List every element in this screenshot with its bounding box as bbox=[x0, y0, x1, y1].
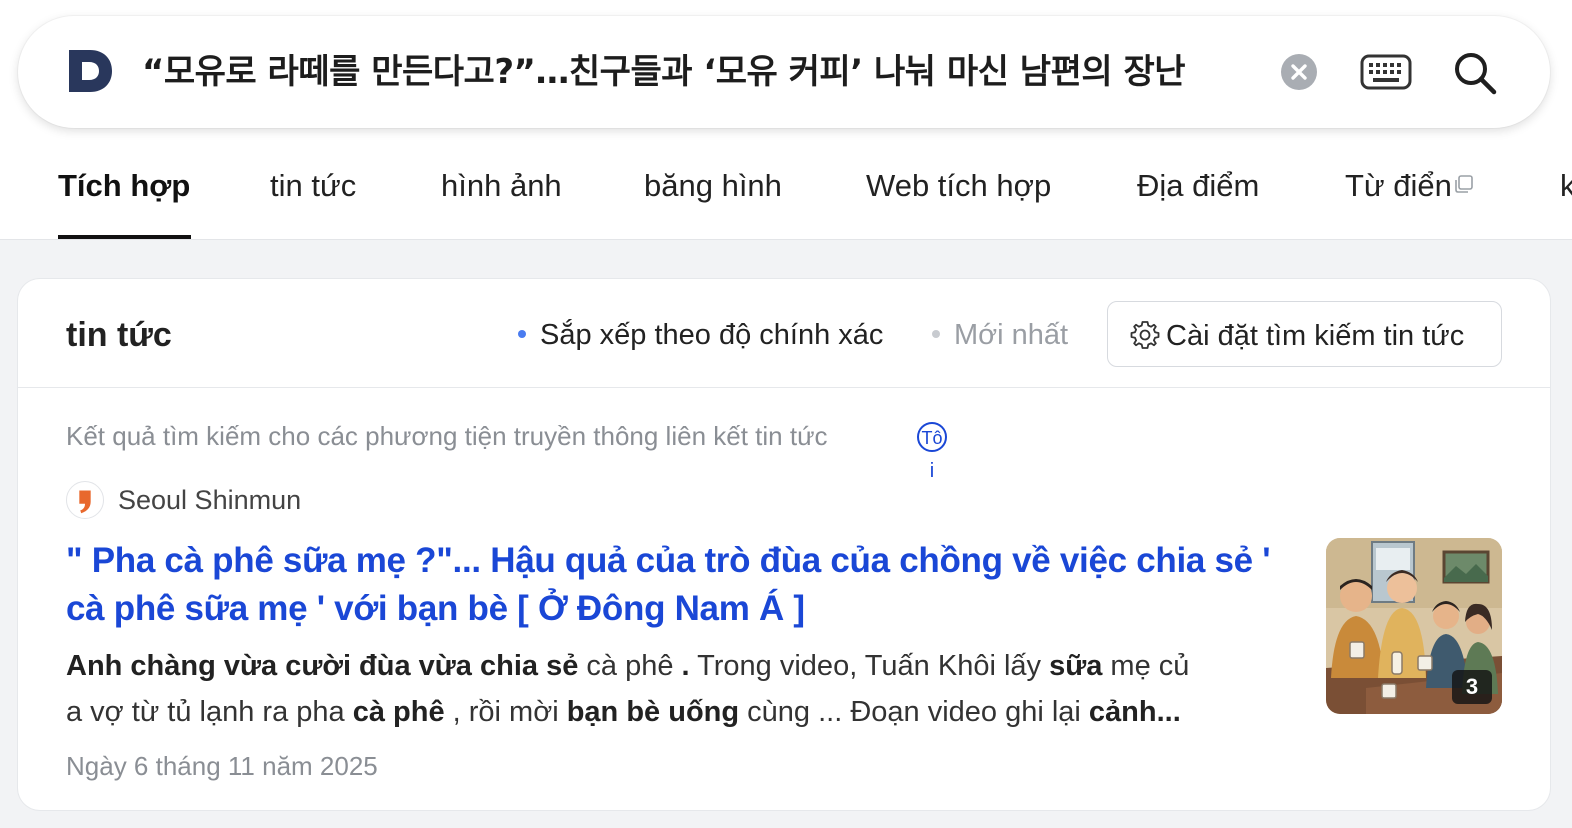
sort-by-latest[interactable]: Mới nhất bbox=[932, 319, 1068, 352]
snippet-text: cà phê bbox=[578, 650, 682, 682]
news-section: tin tức Sắp xếp theo độ chính xác Mới nh… bbox=[18, 279, 1550, 810]
section-title: tin tức bbox=[66, 316, 172, 354]
snippet-text: Trong video, Tuấn Khôi lấy bbox=[689, 650, 1050, 682]
media-notice: Kết quả tìm kiếm cho các phương tiện tru… bbox=[66, 421, 828, 451]
news-settings-button[interactable]: Cài đặt tìm kiếm tin tức bbox=[1107, 301, 1502, 367]
snippet-highlight: bạn bè uống bbox=[566, 696, 740, 728]
image-count-badge: 3 bbox=[1452, 670, 1492, 704]
headline-line-1: " Pha cà phê sữa mẹ ?"... Hậu quả của tr… bbox=[66, 541, 1271, 580]
snippet-text: a vợ từ tủ lạnh ra pha bbox=[66, 696, 353, 728]
new-window-icon bbox=[1455, 175, 1473, 193]
news-thumbnail[interactable]: 3 bbox=[1326, 538, 1502, 714]
tab-news[interactable]: tin tức bbox=[270, 168, 356, 204]
news-date: Ngày 6 tháng 11 năm 2025 bbox=[66, 751, 378, 781]
source-logo-icon[interactable] bbox=[66, 481, 104, 519]
source-name[interactable]: Seoul Shinmun bbox=[118, 485, 301, 516]
tab-videos[interactable]: băng hình bbox=[644, 168, 782, 204]
keyboard-icon[interactable] bbox=[1360, 54, 1412, 90]
snippet-line-2: a vợ từ tủ lạnh ra pha cà phê , rồi mời … bbox=[66, 689, 1306, 735]
unselected-dot bbox=[932, 330, 940, 339]
daum-logo-icon[interactable] bbox=[66, 46, 114, 96]
clear-icon[interactable] bbox=[1280, 53, 1318, 91]
sort-by-accuracy[interactable]: Sắp xếp theo độ chính xác bbox=[518, 319, 883, 352]
snippet-text: mẹ củ bbox=[1102, 650, 1190, 682]
header: “모유로 라떼를 만든다고?”…친구들과 ‘모유 커피’ 나눠 마신 남편의 장… bbox=[0, 0, 1572, 240]
snippet-line-1: Anh chàng vừa cười đùa vừa chia sẻ cà ph… bbox=[66, 643, 1306, 689]
info-label-bottom: i bbox=[930, 460, 934, 479]
tab-dictionary-label: Từ điển bbox=[1345, 168, 1452, 203]
active-tab-indicator bbox=[58, 235, 191, 239]
tab-bar: Tích hợp tin tức hình ảnh băng hình Web … bbox=[0, 150, 1572, 240]
snippet-highlight: cảnh... bbox=[1088, 696, 1181, 728]
tab-images[interactable]: hình ảnh bbox=[441, 168, 562, 204]
info-icon[interactable]: Tô i bbox=[916, 419, 950, 479]
snippet-text: cùng ... Đoạn video ghi lại bbox=[739, 696, 1089, 728]
headline-line-2: cà phê sữa mẹ ' với bạn bè [ Ở Đông Nam … bbox=[66, 589, 805, 628]
selected-dot bbox=[518, 330, 526, 339]
search-icon[interactable] bbox=[1452, 50, 1498, 96]
news-snippet: Anh chàng vừa cười đùa vừa chia sẻ cà ph… bbox=[66, 643, 1306, 735]
snippet-highlight: sữa bbox=[1049, 650, 1103, 682]
snippet-highlight: . bbox=[681, 650, 690, 682]
snippet-highlight: Anh chàng vừa cười đùa vừa chia sẻ bbox=[66, 650, 579, 682]
snippet-highlight: cà phê bbox=[352, 696, 445, 728]
news-headline-link[interactable]: " Pha cà phê sữa mẹ ?"... Hậu quả của tr… bbox=[66, 537, 1306, 633]
tab-integrated[interactable]: Tích hợp bbox=[58, 168, 190, 204]
tab-more[interactable]: k bbox=[1560, 168, 1572, 204]
sort-accuracy-label: Sắp xếp theo độ chính xác bbox=[540, 319, 884, 351]
tab-web[interactable]: Web tích hợp bbox=[866, 168, 1051, 204]
snippet-text: , rồi mời bbox=[444, 696, 567, 728]
tab-places[interactable]: Địa điểm bbox=[1137, 168, 1259, 204]
info-label-top: Tô bbox=[921, 428, 942, 448]
tab-dictionary[interactable]: Từ điển bbox=[1345, 168, 1474, 204]
sort-latest-label: Mới nhất bbox=[954, 319, 1069, 351]
gear-icon bbox=[1130, 321, 1160, 349]
search-input[interactable]: “모유로 라떼를 만든다고?”…친구들과 ‘모유 커피’ 나눠 마신 남편의 장… bbox=[142, 46, 1252, 98]
news-settings-label: Cài đặt tìm kiếm tin tức bbox=[1166, 320, 1465, 352]
divider bbox=[18, 387, 1550, 388]
